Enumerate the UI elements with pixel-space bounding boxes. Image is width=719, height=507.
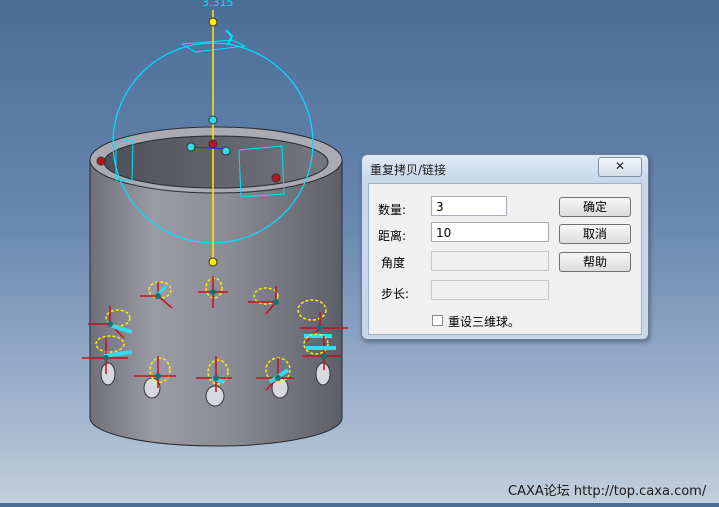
cancel-button[interactable]: 取消 [559, 224, 631, 244]
close-icon: ✕ [614, 159, 626, 173]
reset-sphere-label: 重设三维球。 [448, 315, 521, 329]
count-label: 数量: [378, 203, 407, 217]
angle-label: 角度 [381, 256, 406, 270]
distance-input[interactable]: 10 [431, 222, 549, 242]
step-label: 步长: [381, 287, 410, 301]
forum-watermark: CAXA论坛 http://top.caxa.com/ [508, 484, 707, 499]
dialog-title: 重复拷贝/链接 [370, 163, 447, 177]
close-button[interactable]: ✕ [598, 157, 642, 177]
dialog-titlebar[interactable]: 重复拷贝/链接 ✕ [362, 155, 648, 181]
reset-sphere-checkbox[interactable] [432, 315, 443, 326]
distance-label: 距离: [378, 229, 407, 243]
dimension-label[interactable]: 3.315 [202, 0, 234, 9]
angle-input [431, 251, 549, 271]
step-input [431, 280, 549, 300]
help-button[interactable]: 帮助 [559, 252, 631, 272]
count-input[interactable]: 3 [431, 196, 507, 216]
ok-button[interactable]: 确定 [559, 197, 631, 217]
dialog-body: 数量: 3 距离: 10 角度 步长: 确定 取消 帮助 重设三维球。 [368, 183, 642, 335]
repeat-copy-link-dialog: 重复拷贝/链接 ✕ 数量: 3 距离: 10 角度 步长: 确定 取消 帮助 重… [361, 154, 649, 340]
